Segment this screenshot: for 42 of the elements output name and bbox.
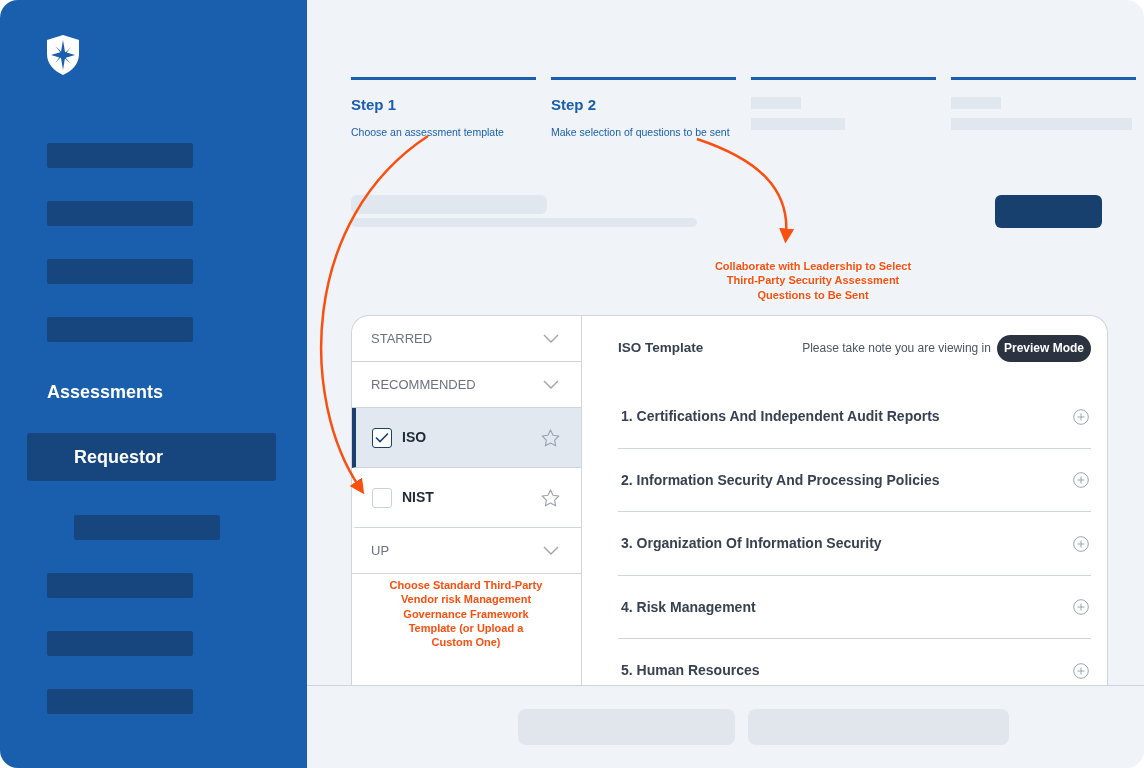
group-header[interactable]: UP	[352, 528, 581, 575]
notice-text: Please take note you are viewing in	[802, 340, 991, 358]
group-label: STARRED	[371, 330, 433, 348]
step-title: Step 2	[551, 95, 597, 115]
group-label: UP	[371, 542, 390, 560]
nav-section-label: Assessments	[47, 381, 165, 404]
mode-badge: Preview Mode	[996, 334, 1091, 362]
annotation-text: Choose Standard Third-Party Vendor risk Management Governance Framework Template (or Upload a Custom One)	[388, 578, 544, 650]
group-header[interactable]: STARRED	[352, 316, 581, 363]
template-name: NIST	[402, 488, 434, 508]
nav-item[interactable]: Requestor	[27, 433, 276, 481]
question-section-row[interactable]: 2. Information Security And Processing Policies	[618, 448, 1091, 513]
star-icon[interactable]	[541, 488, 560, 507]
expand-icon[interactable]	[1073, 472, 1089, 488]
checkmark-icon	[375, 432, 389, 444]
annotation-text: Collaborate with Leadership to Select Third-Party Security Assessment Questions to Be Sent	[713, 259, 913, 302]
star-icon[interactable]	[541, 428, 560, 447]
section-title: 3. Organization Of Information Security	[621, 534, 882, 553]
template-title: ISO Template	[618, 339, 704, 358]
group-label: RECOMMENDED	[371, 376, 476, 394]
section-title: 4. Risk Management	[621, 597, 756, 617]
expand-icon[interactable]	[1073, 599, 1089, 615]
expand-icon[interactable]	[1073, 662, 1089, 679]
expand-icon[interactable]	[1073, 408, 1089, 425]
chevron-down-icon	[543, 380, 559, 390]
template-name: ISO	[402, 428, 427, 448]
step-description: Make selection of questions to be sent	[551, 124, 731, 140]
shield-logo-icon	[46, 34, 80, 76]
step-title: Step 1	[351, 95, 397, 115]
chevron-down-icon	[543, 546, 559, 556]
question-section-row[interactable]: 4. Risk Management	[618, 575, 1091, 640]
section-title: 2. Information Security And Processing Policies	[621, 470, 940, 490]
section-title: 5. Human Resources	[621, 661, 760, 680]
step-description: Choose an assessment template	[351, 124, 505, 140]
checkbox[interactable]	[372, 427, 392, 448]
question-section-row[interactable]: 3. Organization Of Information Security	[618, 512, 1091, 576]
placeholder-button[interactable]	[995, 195, 1102, 229]
chevron-down-icon	[543, 334, 559, 344]
section-title: 1. Certifications And Independent Audit Reports	[621, 407, 940, 426]
question-section-row[interactable]: 1. Certifications And Independent Audit Reports	[618, 385, 1091, 449]
expand-icon[interactable]	[1073, 535, 1089, 552]
template-row[interactable]: ISO	[352, 408, 581, 469]
